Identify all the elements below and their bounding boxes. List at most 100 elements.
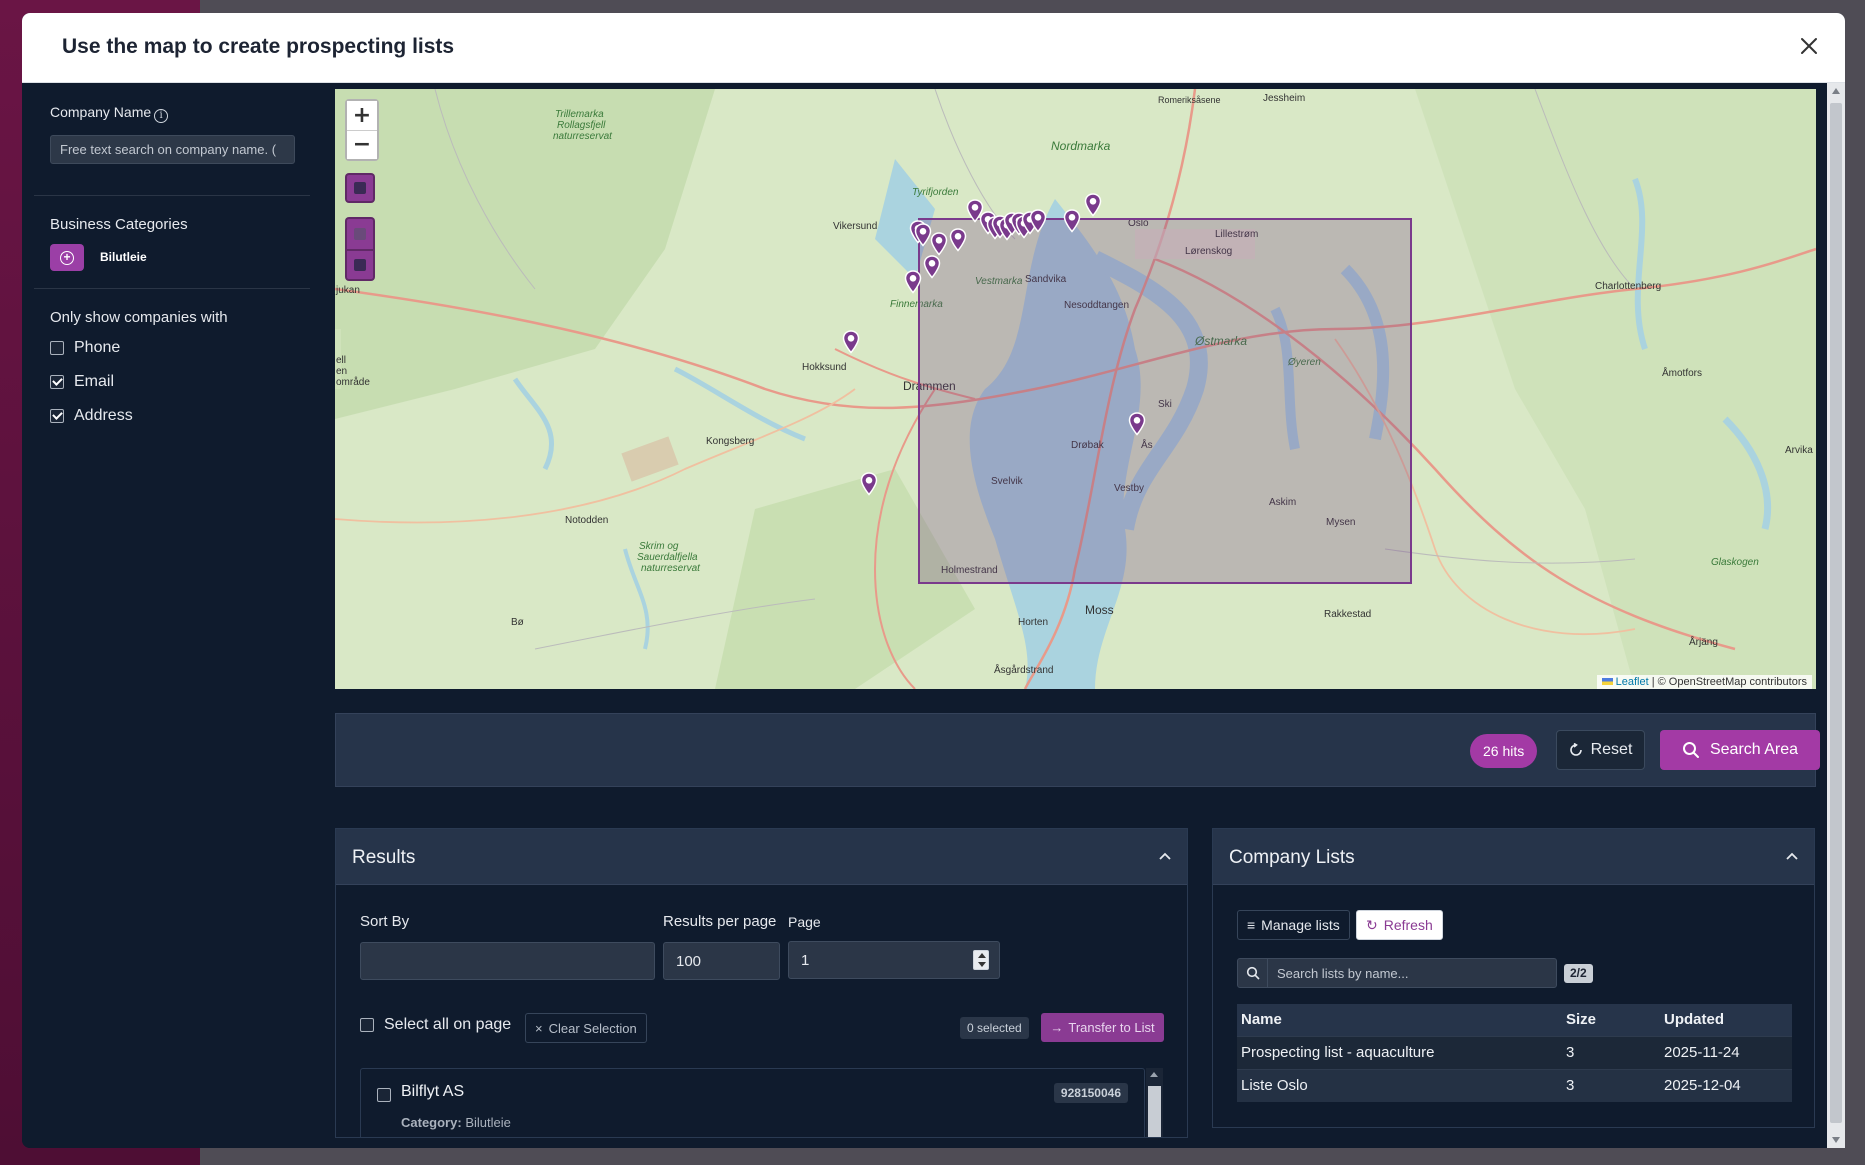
map-label: en <box>336 366 348 377</box>
map-label: Bø <box>511 617 524 628</box>
result-category: Category: Bilutleie <box>401 1115 511 1130</box>
map-label: naturreservat <box>641 563 700 574</box>
map-label: Charlottenberg <box>1595 281 1662 292</box>
column-name[interactable]: Name <box>1237 1004 1562 1036</box>
map-marker-icon[interactable] <box>842 330 860 354</box>
result-item[interactable]: Bilflyt AS Category: Bilutleie 928150046 <box>360 1068 1145 1137</box>
results-header[interactable]: Results <box>336 829 1187 885</box>
modal-scrollbar[interactable] <box>1827 83 1845 1148</box>
map-label: Trillemarka <box>555 109 604 120</box>
scroll-up-icon[interactable] <box>1150 1072 1158 1077</box>
zoom-control: + − <box>345 99 379 161</box>
add-category-button[interactable]: + <box>50 244 84 271</box>
lists-header[interactable]: Company Lists <box>1213 829 1814 885</box>
address-checkbox[interactable] <box>50 409 64 423</box>
reset-button[interactable]: Reset <box>1556 730 1645 770</box>
selection-rectangle[interactable] <box>918 218 1412 584</box>
leaflet-link[interactable]: Leaflet <box>1616 676 1649 688</box>
refresh-icon: ↻ <box>1366 916 1378 933</box>
select-all-label: Select all on page <box>384 1016 512 1033</box>
draw-rectangle-button[interactable] <box>345 173 375 203</box>
close-button[interactable] <box>1795 33 1823 61</box>
map-view[interactable]: Trillemarka Rollagsfjell naturreservat N… <box>335 89 1816 689</box>
sort-by-label: Sort By <box>360 913 410 930</box>
map-marker-icon[interactable] <box>949 228 967 252</box>
sort-by-select[interactable] <box>360 942 655 980</box>
result-checkbox[interactable] <box>377 1088 391 1102</box>
map-marker-icon[interactable] <box>860 472 878 496</box>
map-marker-icon[interactable] <box>923 255 941 279</box>
chevron-up-icon[interactable] <box>1157 849 1173 865</box>
map-label: Kongsberg <box>706 436 755 447</box>
delete-layers-button[interactable] <box>345 249 375 281</box>
filter-label: Phone <box>74 339 121 356</box>
transfer-to-list-button[interactable]: → Transfer to List <box>1041 1013 1164 1042</box>
edit-icon <box>354 228 366 240</box>
map-label: Jessheim <box>1263 93 1306 104</box>
filter-email[interactable]: Email <box>50 373 114 391</box>
list-icon: ≡ <box>1247 917 1256 933</box>
edit-layers-button[interactable] <box>345 217 375 249</box>
list-search-field[interactable] <box>1237 958 1557 988</box>
business-categories-label: Business Categories <box>50 216 188 233</box>
zoom-in-button[interactable]: + <box>347 101 377 130</box>
email-checkbox[interactable] <box>50 375 64 389</box>
scroll-down-icon[interactable] <box>1832 1137 1840 1143</box>
selected-count-badge: 0 selected <box>960 1017 1029 1039</box>
results-scrollbar[interactable] <box>1146 1068 1163 1137</box>
map-marker-icon[interactable] <box>1063 209 1081 233</box>
map-marker-icon[interactable] <box>1084 193 1102 217</box>
scroll-thumb[interactable] <box>1830 103 1842 1123</box>
phone-checkbox[interactable] <box>50 341 64 355</box>
map-marker-icon[interactable] <box>1128 412 1146 436</box>
refresh-button[interactable]: ↻ Refresh <box>1356 910 1443 940</box>
map-marker-icon[interactable] <box>1029 209 1047 233</box>
category-value: Bilutleie <box>465 1115 511 1130</box>
list-search-input[interactable] <box>1269 959 1554 987</box>
list-updated: 2025-11-24 <box>1660 1035 1792 1069</box>
company-name-input[interactable] <box>50 135 295 164</box>
filter-sidebar: Company Namei Business Categories + Bilu… <box>22 83 322 1148</box>
map-label: jukan <box>336 285 360 296</box>
osm-attribution: | © OpenStreetMap contributors <box>1651 676 1807 688</box>
select-all-row[interactable]: Select all on page <box>360 1016 511 1034</box>
page-label: Page <box>788 914 821 930</box>
close-icon <box>1801 37 1817 54</box>
map-label: Rollagsfjell <box>557 120 606 131</box>
modal-header: Use the map to create prospecting lists <box>22 13 1845 83</box>
page-input[interactable]: 1 <box>788 941 1000 979</box>
filter-phone[interactable]: Phone <box>50 339 120 357</box>
select-all-checkbox[interactable] <box>360 1018 374 1032</box>
scroll-thumb[interactable] <box>1148 1086 1161 1137</box>
per-page-input[interactable]: 100 <box>663 942 780 980</box>
filter-label: Email <box>74 373 115 390</box>
filter-address[interactable]: Address <box>50 407 133 425</box>
list-count-badge: 2/2 <box>1564 964 1593 983</box>
map-marker-icon[interactable] <box>930 232 948 256</box>
column-size[interactable]: Size <box>1562 1004 1660 1036</box>
page-stepper[interactable] <box>973 950 989 970</box>
map-label: Nordmarka <box>1051 139 1111 153</box>
list-updated: 2025-12-04 <box>1660 1068 1792 1102</box>
search-toolbar: 26 hits Reset Search Area <box>335 713 1820 787</box>
table-row[interactable]: Prospecting list - aquaculture 3 2025-11… <box>1237 1035 1792 1069</box>
manage-lists-button[interactable]: ≡ Manage lists <box>1237 910 1350 940</box>
info-icon[interactable]: i <box>154 109 169 123</box>
search-area-button[interactable]: Search Area <box>1660 730 1820 770</box>
clear-selection-label: Clear Selection <box>548 1020 637 1036</box>
results-title: Results <box>352 847 416 868</box>
per-page-label: Results per page <box>663 913 777 930</box>
clear-selection-button[interactable]: × Clear Selection <box>525 1013 647 1043</box>
scroll-up-icon[interactable] <box>1832 88 1840 94</box>
table-header-row: Name Size Updated <box>1237 1004 1792 1036</box>
org-number-badge: 928150046 <box>1053 1083 1128 1103</box>
map-label: ell <box>336 355 347 366</box>
table-row[interactable]: Liste Oslo 3 2025-12-04 <box>1237 1068 1792 1102</box>
chevron-up-icon[interactable] <box>1784 849 1800 865</box>
page-value: 1 <box>801 952 810 969</box>
column-updated[interactable]: Updated <box>1660 1004 1792 1036</box>
map-label: Notodden <box>565 515 609 526</box>
map-label: Moss <box>1085 603 1114 617</box>
map-marker-icon[interactable] <box>904 270 922 294</box>
zoom-out-button[interactable]: − <box>347 130 377 159</box>
